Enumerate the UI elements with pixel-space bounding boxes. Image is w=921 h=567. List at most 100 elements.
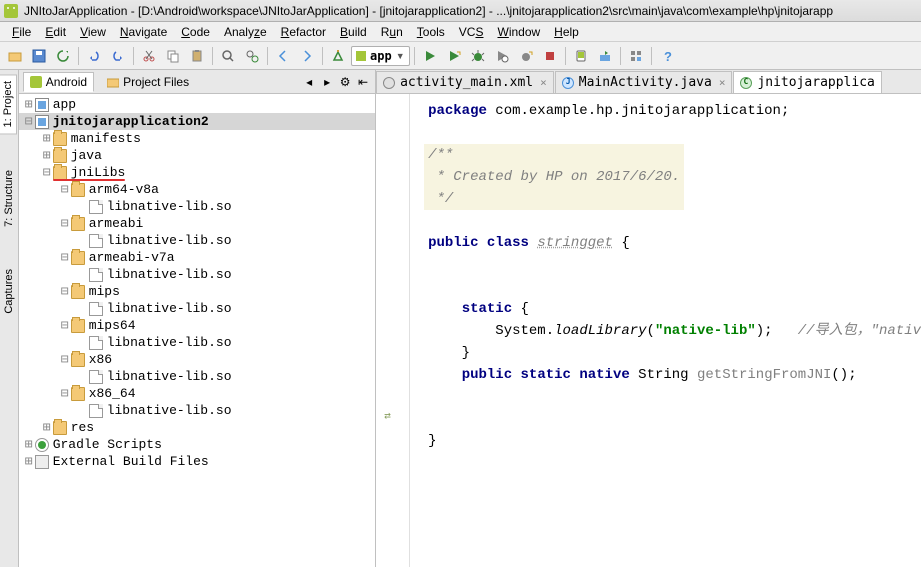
tab-project[interactable]: 1: Project [0, 74, 17, 134]
editor-tab-mainactivity[interactable]: MainActivity.java × [555, 71, 733, 93]
tree-row[interactable]: libnative-lib.so [19, 368, 375, 385]
override-marker-icon[interactable]: ⇄ [384, 406, 391, 428]
debug-button[interactable] [467, 45, 489, 67]
menu-code[interactable]: Code [175, 24, 216, 40]
tree-row[interactable]: ⊟arm64-v8a [19, 181, 375, 198]
menu-vcs[interactable]: VCS [453, 24, 490, 40]
collapse-icon[interactable]: ⊟ [59, 182, 71, 197]
back-button[interactable] [272, 45, 294, 67]
menu-help[interactable]: Help [548, 24, 585, 40]
make-button[interactable] [327, 45, 349, 67]
tree-row[interactable]: ⊟x86 [19, 351, 375, 368]
menu-run[interactable]: Run [375, 24, 409, 40]
paste-button[interactable] [186, 45, 208, 67]
tree-row[interactable]: ⊟armeabi [19, 215, 375, 232]
folder-icon [71, 251, 85, 265]
tree-row[interactable]: libnative-lib.so [19, 300, 375, 317]
tree-row[interactable]: ⊟jnitojarapplication2 [19, 113, 375, 130]
scroll-right-icon[interactable]: ▸ [319, 74, 335, 90]
expand-icon[interactable]: ⊞ [41, 148, 53, 163]
find-button[interactable] [217, 45, 239, 67]
expand-icon[interactable]: ⊞ [23, 454, 35, 469]
expand-icon[interactable]: ⊞ [41, 131, 53, 146]
stop-button[interactable] [539, 45, 561, 67]
copy-button[interactable] [162, 45, 184, 67]
tree-row[interactable]: ⊟jniLibs [19, 164, 375, 181]
tab-captures[interactable]: Captures [1, 263, 17, 320]
menu-refactor[interactable]: Refactor [275, 24, 332, 40]
open-button[interactable] [4, 45, 26, 67]
forward-button[interactable] [296, 45, 318, 67]
menu-window[interactable]: Window [491, 24, 546, 40]
sync-button[interactable] [52, 45, 74, 67]
scroll-left-icon[interactable]: ◂ [301, 74, 317, 90]
editor-tabs: activity_main.xml × MainActivity.java × … [376, 70, 921, 94]
collapse-icon[interactable]: ⊟ [59, 352, 71, 367]
tree-row[interactable]: libnative-lib.so [19, 198, 375, 215]
expand-icon[interactable]: ⊞ [23, 97, 35, 112]
tree-row[interactable]: ⊟armeabi-v7a [19, 249, 375, 266]
gear-icon[interactable]: ⚙ [337, 74, 353, 90]
sdk-manager-button[interactable] [594, 45, 616, 67]
apply-changes-button[interactable] [443, 45, 465, 67]
collapse-icon[interactable]: ⊟ [23, 114, 35, 129]
menu-analyze[interactable]: Analyze [218, 24, 273, 40]
tree-row[interactable]: ⊞res [19, 419, 375, 436]
close-icon[interactable]: × [540, 76, 547, 89]
profile-button[interactable] [491, 45, 513, 67]
attach-debugger-button[interactable] [515, 45, 537, 67]
menu-navigate[interactable]: Navigate [114, 24, 173, 40]
tree-row[interactable]: libnative-lib.so [19, 334, 375, 351]
tab-structure[interactable]: 7: Structure [1, 164, 17, 233]
menu-tools[interactable]: Tools [411, 24, 451, 40]
window-title: JNItoJarApplication - [D:\Android\worksp… [24, 4, 833, 18]
menu-bar: File Edit View Navigate Code Analyze Ref… [0, 22, 921, 42]
code-area[interactable]: package com.example.hp.jnitojarapplicati… [410, 94, 921, 567]
java-file-icon [562, 77, 574, 89]
save-button[interactable] [28, 45, 50, 67]
tree-row[interactable]: ⊞app [19, 96, 375, 113]
collapse-icon[interactable]: ⊟ [59, 318, 71, 333]
panel-tab-android[interactable]: Android [23, 72, 94, 92]
editor-tab-jnitojarapplication[interactable]: jnitojarapplica [733, 71, 881, 93]
menu-edit[interactable]: Edit [39, 24, 72, 40]
editor-body[interactable]: ⇄ package com.example.hp.jnitojarapplica… [376, 94, 921, 567]
collapse-icon[interactable]: ⇤ [355, 74, 371, 90]
tree-row[interactable]: libnative-lib.so [19, 402, 375, 419]
tree-row[interactable]: ⊟x86_64 [19, 385, 375, 402]
tree-row[interactable]: ⊞manifests [19, 130, 375, 147]
file-icon [89, 336, 103, 350]
tree-row[interactable]: ⊞java [19, 147, 375, 164]
file-icon [89, 302, 103, 316]
collapse-icon[interactable]: ⊟ [59, 284, 71, 299]
tree-row[interactable]: libnative-lib.so [19, 232, 375, 249]
collapse-icon[interactable]: ⊟ [41, 165, 53, 180]
project-structure-button[interactable] [625, 45, 647, 67]
avd-manager-button[interactable] [570, 45, 592, 67]
replace-button[interactable] [241, 45, 263, 67]
tree-row[interactable]: ⊞Gradle Scripts [19, 436, 375, 453]
expand-icon[interactable]: ⊞ [41, 420, 53, 435]
editor-tab-activity-main[interactable]: activity_main.xml × [376, 71, 554, 93]
tree-row[interactable]: ⊟mips64 [19, 317, 375, 334]
expand-icon[interactable]: ⊞ [23, 437, 35, 452]
menu-build[interactable]: Build [334, 24, 373, 40]
cut-button[interactable] [138, 45, 160, 67]
menu-view[interactable]: View [74, 24, 112, 40]
tree-row[interactable]: ⊞External Build Files [19, 453, 375, 470]
run-button[interactable] [419, 45, 441, 67]
collapse-icon[interactable]: ⊟ [59, 216, 71, 231]
collapse-icon[interactable]: ⊟ [59, 386, 71, 401]
close-icon[interactable]: × [719, 76, 726, 89]
module-icon [35, 98, 49, 112]
redo-button[interactable] [107, 45, 129, 67]
project-tree[interactable]: ⊞app⊟jnitojarapplication2⊞manifests⊞java… [19, 94, 375, 567]
undo-button[interactable] [83, 45, 105, 67]
tree-row[interactable]: ⊟mips [19, 283, 375, 300]
panel-tab-project-files[interactable]: Project Files [100, 72, 196, 92]
collapse-icon[interactable]: ⊟ [59, 250, 71, 265]
tree-row[interactable]: libnative-lib.so [19, 266, 375, 283]
help-button[interactable]: ? [656, 45, 678, 67]
menu-file[interactable]: File [6, 24, 37, 40]
run-config-selector[interactable]: app ▼ [351, 46, 410, 66]
